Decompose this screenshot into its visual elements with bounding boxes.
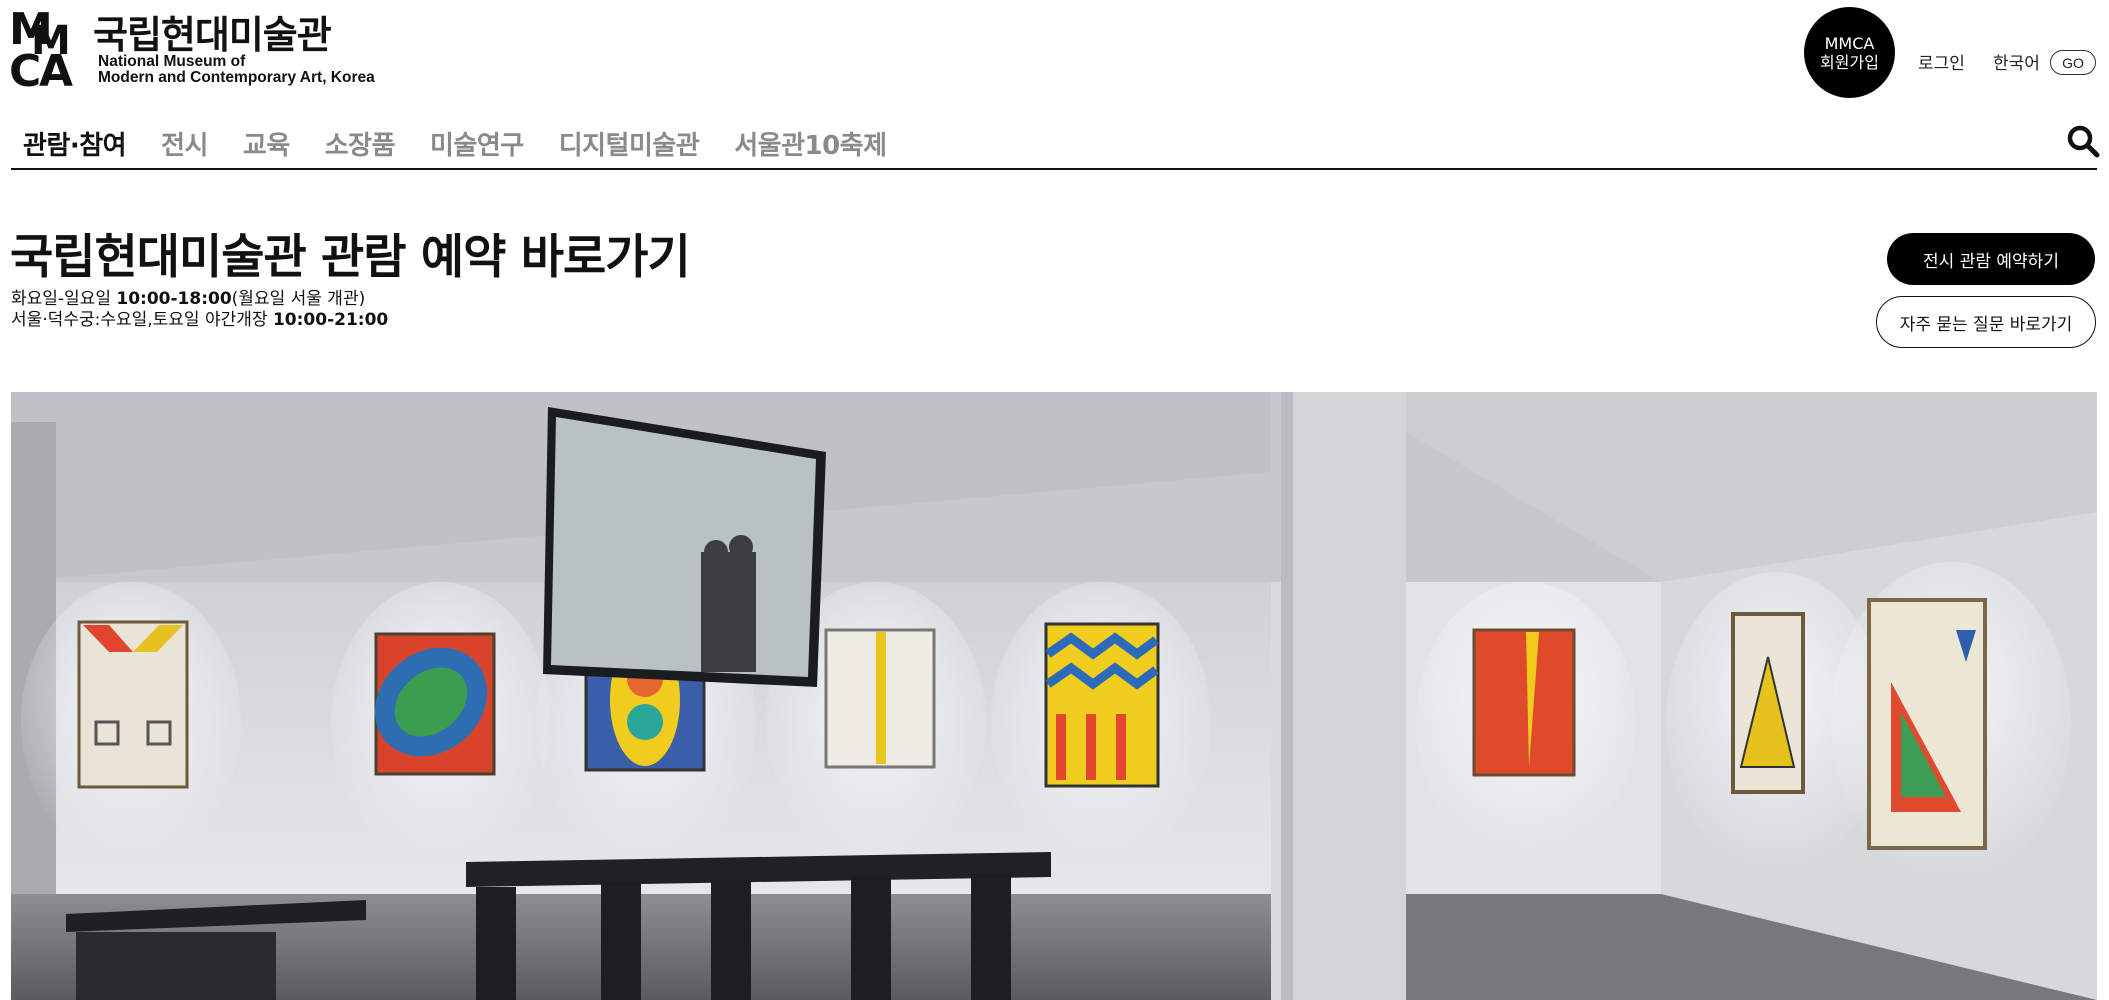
nav-item-education[interactable]: 교육 <box>243 125 290 162</box>
nav-divider <box>11 168 2097 170</box>
opening-hours-line2: 서울·덕수궁:수요일,토요일 야간개장 10:00-21:00 <box>11 310 388 331</box>
nav-item-collection[interactable]: 소장품 <box>325 125 396 162</box>
nav-item-seoul-festival[interactable]: 서울관10축제 <box>734 125 887 162</box>
member-signup-button[interactable]: MMCA 회원가입 <box>1804 7 1895 98</box>
hours-line2-time: 10:00-21:00 <box>272 310 389 330</box>
language-label: 한국어 <box>1993 54 2040 74</box>
member-signup-line2: 회원가입 <box>1820 52 1879 72</box>
logo-name-english-line2: Modern and Contemporary Art, Korea <box>98 69 375 86</box>
faq-button[interactable]: 자주 묻는 질문 바로가기 <box>1876 296 2096 348</box>
opening-hours: 화요일-일요일 10:00-18:00(월요일 서울 개관) 서울·덕수궁:수요… <box>11 289 388 331</box>
reservation-title: 국립현대미술관 관람 예약 바로가기 <box>10 230 691 285</box>
nav-item-exhibitions[interactable]: 전시 <box>161 125 208 162</box>
logo-name-korean[interactable]: 국립현대미술관 <box>93 4 332 59</box>
logo-name-english[interactable]: National Museum of Modern and Contempora… <box>98 54 375 86</box>
svg-text:C: C <box>11 46 41 88</box>
language-go-button[interactable]: GO <box>2050 50 2096 75</box>
nav-item-digital-museum[interactable]: 디지털미술관 <box>559 125 700 162</box>
main-nav: 관람·참여 전시 교육 소장품 미술연구 디지털미술관 서울관10축제 <box>11 118 922 168</box>
search-icon[interactable] <box>2066 124 2100 158</box>
hours-line1-prefix: 화요일-일요일 <box>11 289 117 309</box>
exhibition-reserve-button[interactable]: 전시 관람 예약하기 <box>1887 233 2095 285</box>
hours-line2-prefix: 서울·덕수궁:수요일,토요일 야간개장 <box>11 310 273 330</box>
mmca-logo-mark[interactable]: M M C A <box>11 6 91 88</box>
nav-item-research[interactable]: 미술연구 <box>430 125 524 162</box>
svg-text:A: A <box>39 46 73 88</box>
logo-name-english-line1: National Museum of <box>98 53 246 70</box>
login-link[interactable]: 로그인 <box>1918 49 1965 74</box>
hero-gallery-image <box>11 392 2097 1000</box>
nav-item-visit[interactable]: 관람·참여 <box>23 125 127 162</box>
member-signup-line1: MMCA <box>1824 33 1875 53</box>
hours-line1-time: 10:00-18:00 <box>116 289 232 309</box>
opening-hours-line1: 화요일-일요일 10:00-18:00(월요일 서울 개관) <box>11 289 388 310</box>
hours-line1-suffix: (월요일 서울 개관) <box>231 289 366 309</box>
